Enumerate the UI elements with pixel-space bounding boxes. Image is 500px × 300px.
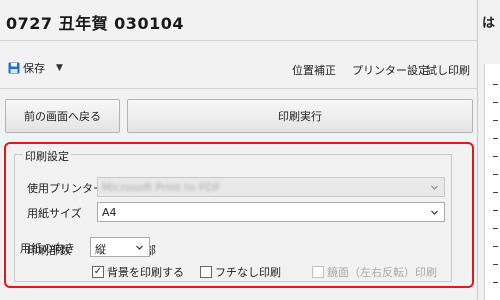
chevron-down-icon: [431, 210, 438, 215]
divider: [0, 88, 478, 89]
chevron-down-icon: [431, 185, 438, 190]
page-title: 0727 丑年賀 030104: [6, 14, 184, 33]
print-settings-group: 印刷設定 使用プリンター Microsoft Print to PDF 用紙サイ…: [14, 148, 452, 282]
borderless-print-checkbox[interactable]: フチなし印刷: [200, 264, 281, 280]
position-correction-link[interactable]: 位置補正: [292, 62, 336, 78]
print-settings-legend: 印刷設定: [23, 148, 71, 164]
orientation-label: 用紙の向き: [20, 242, 75, 255]
orientation-select[interactable]: 縦: [90, 237, 150, 257]
side-panel-label: は: [482, 16, 496, 31]
paper-size-select[interactable]: A4: [97, 202, 445, 222]
toolbar: 保存 ▼ 位置補正 プリンター設定 試し印刷: [0, 56, 478, 80]
chevron-down-icon: [136, 245, 143, 250]
print-background-checkbox[interactable]: ✓ 背景を印刷する: [92, 264, 184, 280]
save-button[interactable]: 保存 ▼: [8, 60, 63, 76]
paper-size-value: A4: [102, 206, 117, 219]
print-execute-button[interactable]: 印刷実行: [127, 99, 473, 133]
paper-size-label: 用紙サイズ: [27, 207, 82, 220]
preview-paper: [484, 64, 500, 300]
orientation-value: 縦: [95, 243, 106, 256]
checkbox-disabled-icon: [312, 266, 324, 278]
print-button-label: 印刷実行: [278, 110, 322, 123]
printer-label: 使用プリンター: [27, 182, 104, 195]
checkbox-label: 鏡面（左右反転）印刷: [327, 266, 437, 279]
printer-select[interactable]: Microsoft Print to PDF: [97, 177, 445, 197]
checkbox-checked-icon[interactable]: ✓: [92, 266, 104, 278]
printer-value: Microsoft Print to PDF: [102, 181, 221, 194]
checkbox-label: 背景を印刷する: [107, 266, 184, 279]
mirror-print-checkbox: 鏡面（左右反転）印刷: [312, 264, 437, 280]
divider: [0, 40, 478, 41]
save-label: 保存: [23, 62, 45, 75]
floppy-disk-icon: [8, 62, 20, 74]
test-print-link[interactable]: 試し印刷: [426, 62, 470, 78]
chevron-down-icon[interactable]: ▼: [56, 63, 63, 73]
checkbox-unchecked-icon[interactable]: [200, 266, 212, 278]
printer-settings-link[interactable]: プリンター設定: [352, 62, 429, 78]
print-window: 0727 丑年賀 030104 保存 ▼ 位置補正 プリンター設定 試し印刷 前…: [0, 0, 478, 300]
checkbox-label: フチなし印刷: [215, 266, 281, 279]
back-button[interactable]: 前の画面へ戻る: [5, 99, 120, 133]
back-button-label: 前の画面へ戻る: [24, 110, 101, 123]
